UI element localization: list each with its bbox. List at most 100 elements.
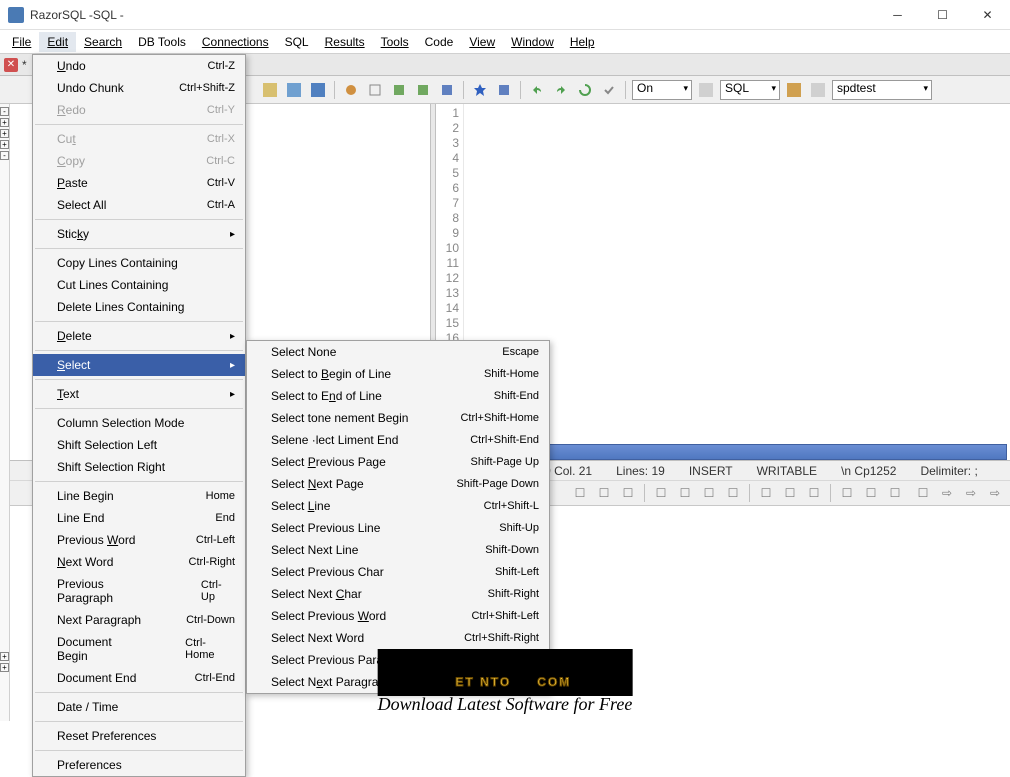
menu-item[interactable]: Select Next CharShift-Right [247, 583, 549, 605]
menu-item[interactable]: UndoCtrl-Z [33, 55, 245, 77]
tree-expand-icon[interactable]: + [0, 118, 9, 127]
save-icon[interactable] [308, 80, 328, 100]
toolbar-btn[interactable] [437, 80, 457, 100]
toolbar-btn[interactable]: ☐ [837, 483, 857, 503]
menu-code[interactable]: Code [417, 32, 462, 52]
undo-icon[interactable] [527, 80, 547, 100]
menu-edit[interactable]: Edit [39, 32, 76, 52]
menu-item[interactable]: Line EndEnd [33, 507, 245, 529]
menu-item[interactable]: Next ParagraphCtrl-Down [33, 609, 245, 631]
toolbar-btn[interactable]: ☐ [594, 483, 614, 503]
menu-item[interactable]: Select LineCtrl+Shift-L [247, 495, 549, 517]
star-icon[interactable] [470, 80, 490, 100]
toolbar-btn[interactable]: ☐ [913, 483, 933, 503]
tree-expand-icon[interactable]: - [0, 151, 9, 160]
menu-search[interactable]: Search [76, 32, 130, 52]
menu-item[interactable]: Select Next PageShift-Page Down [247, 473, 549, 495]
toolbar-btn[interactable] [260, 80, 280, 100]
menu-sql[interactable]: SQL [277, 32, 317, 52]
menu-item[interactable]: Delete▸ [33, 325, 245, 347]
menu-view[interactable]: View [461, 32, 503, 52]
menu-help[interactable]: Help [562, 32, 603, 52]
toolbar-btn[interactable]: ⇨ [937, 483, 957, 503]
menu-item[interactable]: Column Selection Mode [33, 412, 245, 434]
menu-item[interactable]: Previous ParagraphCtrl-Up [33, 573, 245, 609]
toolbar-btn[interactable] [808, 80, 828, 100]
toolbar-btn[interactable]: ☐ [699, 483, 719, 503]
redo-icon[interactable] [551, 80, 571, 100]
menu-item[interactable]: Sticky▸ [33, 223, 245, 245]
menu-item[interactable]: Document BeginCtrl-Home [33, 631, 245, 667]
menu-item[interactable]: Reset Preferences [33, 725, 245, 747]
maximize-button[interactable]: ☐ [920, 0, 965, 30]
minimize-button[interactable]: ─ [875, 0, 920, 30]
toolbar-btn[interactable] [284, 80, 304, 100]
close-button[interactable]: ✕ [965, 0, 1010, 30]
menu-item[interactable]: Select AllCtrl-A [33, 194, 245, 216]
menu-item[interactable]: PasteCtrl-V [33, 172, 245, 194]
menu-item[interactable]: Previous WordCtrl-Left [33, 529, 245, 551]
menu-item[interactable]: Date / Time [33, 696, 245, 718]
toolbar-btn[interactable] [341, 80, 361, 100]
menu-item[interactable]: Select Previous PageShift-Page Up [247, 451, 549, 473]
menu-window[interactable]: Window [503, 32, 562, 52]
refresh-icon[interactable] [575, 80, 595, 100]
on-dropdown[interactable]: On [632, 80, 692, 100]
menu-item[interactable]: Select Previous LineShift-Up [247, 517, 549, 539]
sidebar-tree[interactable]: - + + + - + + [0, 104, 10, 721]
toolbar-btn[interactable]: ☐ [675, 483, 695, 503]
toolbar-btn[interactable]: ☐ [756, 483, 776, 503]
menu-item[interactable]: Select Previous WordCtrl+Shift-Left [247, 605, 549, 627]
menu-item[interactable]: Select Previous CharShift-Left [247, 561, 549, 583]
toolbar-btn[interactable]: ☐ [861, 483, 881, 503]
toolbar-btn[interactable]: ☐ [723, 483, 743, 503]
menu-item[interactable]: Delete Lines Containing [33, 296, 245, 318]
menu-tools[interactable]: Tools [373, 32, 417, 52]
menu-results[interactable]: Results [317, 32, 373, 52]
check-icon[interactable] [599, 80, 619, 100]
menu-item[interactable]: Selene ·lect Liment EndCtrl+Shift-End [247, 429, 549, 451]
menu-item[interactable]: Line BeginHome [33, 485, 245, 507]
tree-expand-icon[interactable]: + [0, 140, 9, 149]
menu-item[interactable]: Document EndCtrl-End [33, 667, 245, 689]
menu-item[interactable]: Select Next WordCtrl+Shift-Right [247, 627, 549, 649]
menu-file[interactable]: File [4, 32, 39, 52]
profile-dropdown[interactable]: spdtest [832, 80, 932, 100]
menu-dbtools[interactable]: DB Tools [130, 32, 194, 52]
toolbar-btn[interactable]: ☐ [618, 483, 638, 503]
menu-item[interactable]: Select tone nement BeginCtrl+Shift-Home [247, 407, 549, 429]
toolbar-btn[interactable]: ☐ [804, 483, 824, 503]
toolbar-btn[interactable]: ☐ [885, 483, 905, 503]
toolbar-btn[interactable]: ⇨ [985, 483, 1005, 503]
toolbar-btn[interactable]: ⇨ [961, 483, 981, 503]
menu-item[interactable]: Preferences [33, 754, 245, 776]
menu-item[interactable]: Select NoneEscape [247, 341, 549, 363]
toolbar-btn[interactable]: ☐ [780, 483, 800, 503]
menu-item[interactable]: Shift Selection Right [33, 456, 245, 478]
menu-item[interactable]: Shift Selection Left [33, 434, 245, 456]
menu-item[interactable]: Cut Lines Containing [33, 274, 245, 296]
menu-item[interactable]: Text▸ [33, 383, 245, 405]
toolbar-btn[interactable] [784, 80, 804, 100]
tab-close-icon[interactable]: ✕ [4, 58, 18, 72]
tree-expand-icon[interactable]: - [0, 107, 9, 116]
menu-item[interactable]: Copy Lines Containing [33, 252, 245, 274]
toolbar-btn[interactable] [389, 80, 409, 100]
tree-expand-icon[interactable]: + [0, 129, 9, 138]
toolbar-btn[interactable] [413, 80, 433, 100]
menu-item[interactable]: Select▸ [33, 354, 245, 376]
menu-item[interactable]: Next WordCtrl-Right [33, 551, 245, 573]
tree-expand-icon[interactable]: + [0, 652, 9, 661]
tree-expand-icon[interactable]: + [0, 663, 9, 672]
sql-dropdown[interactable]: SQL [720, 80, 780, 100]
menu-connections[interactable]: Connections [194, 32, 277, 52]
toolbar-btn[interactable]: ☐ [651, 483, 671, 503]
toolbar-btn[interactable] [494, 80, 514, 100]
menu-item[interactable]: Select to End of LineShift-End [247, 385, 549, 407]
menu-item[interactable]: Select to Begin of LineShift-Home [247, 363, 549, 385]
toolbar-btn[interactable]: ☐ [570, 483, 590, 503]
menu-item[interactable]: Select Next LineShift-Down [247, 539, 549, 561]
toolbar-btn[interactable] [696, 80, 716, 100]
menu-item[interactable]: Undo ChunkCtrl+Shift-Z [33, 77, 245, 99]
toolbar-btn[interactable] [365, 80, 385, 100]
